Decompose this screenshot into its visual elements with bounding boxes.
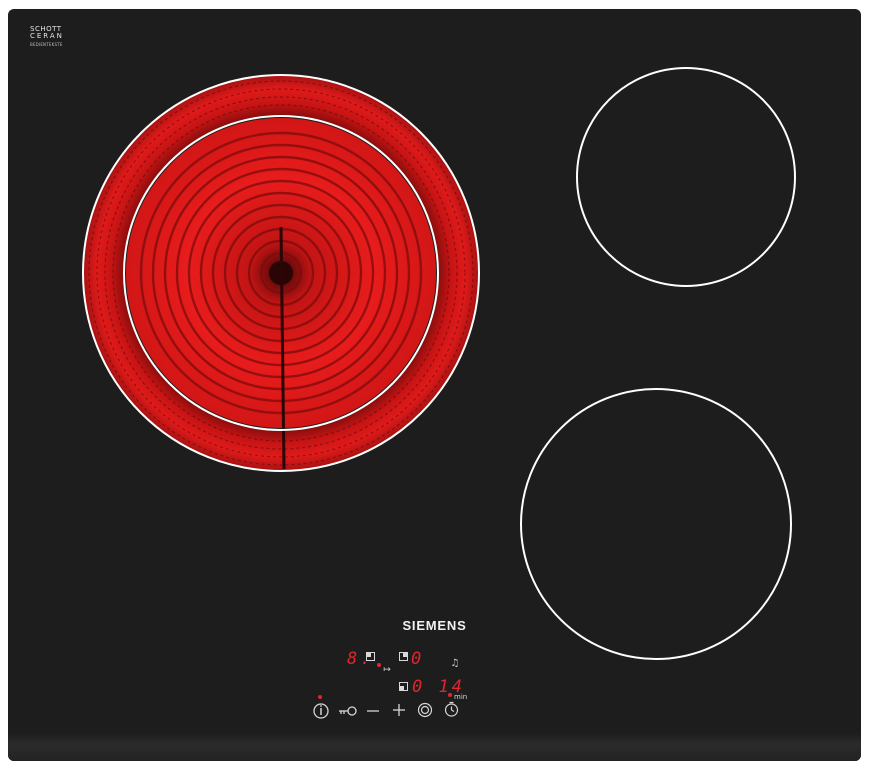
zone-select-icon[interactable] <box>417 702 433 718</box>
key-lock-icon[interactable] <box>337 705 359 717</box>
power-indicator-dot <box>318 695 322 699</box>
timer-active-dot <box>448 693 452 697</box>
zone-front-left-indicator-icon <box>366 652 375 661</box>
plus-icon[interactable] <box>392 703 406 717</box>
power-info-icon[interactable] <box>312 702 330 720</box>
rear-level-display: 0 <box>411 649 425 669</box>
zone-front-left <box>82 74 480 472</box>
brand-logo: SIEMENS <box>402 618 467 633</box>
minus-icon[interactable] <box>366 705 380 717</box>
clock-icon[interactable] <box>443 701 460 718</box>
hob-front-edge <box>8 733 861 761</box>
zone-front-right-indicator-icon <box>399 682 408 691</box>
zone-rear-right <box>576 67 796 287</box>
timer-unit-label: min <box>454 693 468 701</box>
cooking-zones <box>82 67 796 660</box>
bell-icon: ♫ <box>450 658 460 669</box>
zone-rear-right-indicator-icon <box>399 652 408 661</box>
ceramic-hob: SCHOTT CERAN BEDIENTEKSTE SIEMENS 8. 0 ↦… <box>8 9 861 761</box>
arrow-to-line-icon: ↦ <box>383 665 391 675</box>
